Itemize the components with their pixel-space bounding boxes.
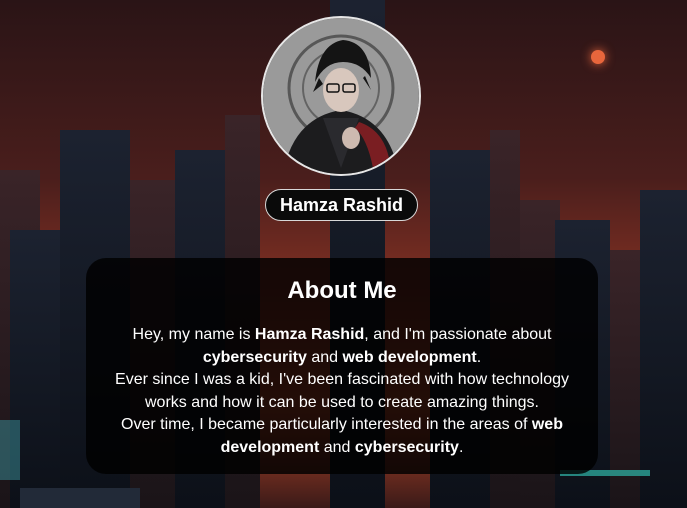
about-highlight: cybersecurity [202, 348, 307, 366]
about-text-fragment: Hey, my name is [132, 326, 255, 343]
about-text-fragment: Ever since I was a kid, I've been fascin… [115, 371, 569, 388]
about-text-fragment: Over time, I became particularly interes… [121, 416, 532, 433]
profile-avatar [261, 16, 421, 176]
about-highlight: Hamza Rashid [254, 326, 365, 343]
profile-name: Hamza Rashid [279, 194, 404, 215]
avatar-illustration [263, 18, 419, 174]
about-title: About Me [287, 277, 397, 304]
about-text: Hey, my name is Hamza Rashid, and I'm pa… [100, 324, 584, 459]
about-me-card: About Me Hey, my name is Hamza Rashid, a… [86, 258, 598, 474]
about-text-fragment: and [306, 348, 343, 366]
about-highlight: development [220, 438, 320, 456]
about-highlight: web development [342, 348, 477, 366]
about-highlight: cybersecurity [354, 438, 459, 456]
sun-decoration [591, 50, 605, 64]
about-text-fragment: . [476, 348, 482, 366]
about-text-fragment: . [458, 438, 464, 456]
about-text-fragment: and [319, 438, 355, 456]
about-text-fragment: works and how it can be used to create a… [145, 393, 539, 411]
profile-name-badge: Hamza Rashid [265, 189, 418, 221]
about-highlight: web [531, 416, 563, 433]
about-text-fragment: , and I'm passionate about [364, 326, 552, 343]
